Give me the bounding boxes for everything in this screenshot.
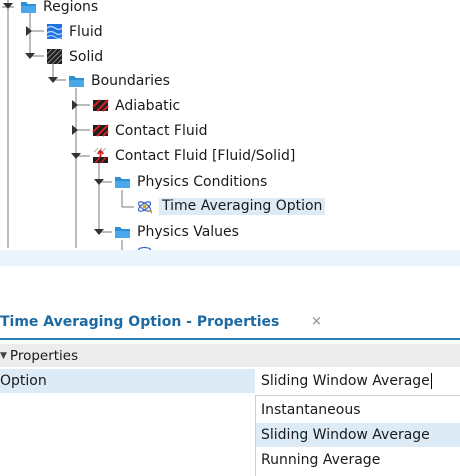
fluid-region-icon — [46, 23, 63, 40]
dropdown-item-label: Running Average — [261, 452, 381, 468]
property-name: Option — [0, 369, 255, 393]
interface-boundary-icon — [92, 147, 109, 164]
folder-icon — [20, 0, 37, 15]
property-name-label: Option — [0, 373, 47, 389]
tree-node-physics-values[interactable]: Physics Values — [114, 220, 239, 243]
dropdown-item-label: Sliding Window Average — [261, 427, 430, 443]
solid-region-icon — [46, 48, 63, 65]
property-row-option[interactable]: Option Sliding Window Average — [0, 369, 460, 393]
tree-node-label: Physics Values — [137, 223, 239, 240]
tree-node-regions[interactable]: Regions — [20, 0, 98, 18]
tree-node-label: Physics Conditions — [137, 173, 268, 190]
property-value-editor[interactable]: Sliding Window Average — [255, 369, 460, 393]
tree-status-strip — [0, 250, 460, 266]
folder-icon — [114, 223, 131, 240]
dropdown-item-sliding-window-average[interactable]: Sliding Window Average — [256, 423, 460, 447]
dropdown-item-label: Instantaneous — [261, 402, 361, 418]
tree-node-label: Regions — [43, 0, 99, 15]
section-label: Properties — [9, 347, 79, 364]
tree-node-contact-fluid-solid[interactable]: Contact Fluid [Fluid/Solid] — [92, 144, 295, 167]
tree-node-adiabatic[interactable]: Adiabatic — [92, 94, 180, 117]
properties-tab-title[interactable]: Time Averaging Option - Properties — [0, 314, 279, 330]
tree-node-label: Time Averaging Option — [159, 198, 326, 215]
tree-node-label: Contact Fluid [Fluid/Solid] — [115, 147, 296, 164]
dropdown-item-instantaneous[interactable]: Instantaneous — [256, 398, 460, 422]
text-caret — [430, 373, 432, 389]
tree-node-boundaries[interactable]: Boundaries — [68, 69, 170, 92]
close-icon[interactable]: × — [311, 314, 322, 329]
dropdown-item-running-average[interactable]: Running Average — [256, 448, 460, 472]
tree-node-label: Solid — [69, 48, 104, 65]
tree-node-label: Fluid — [69, 23, 103, 40]
folder-icon — [68, 72, 85, 89]
tree-node-physics-conditions[interactable]: Physics Conditions — [114, 170, 267, 193]
option-dropdown-list[interactable]: Instantaneous Sliding Window Average Run… — [255, 395, 460, 476]
tree-node-label: Boundaries — [91, 72, 170, 89]
tree-node-label: Contact Fluid — [115, 122, 208, 139]
collapse-triangle-icon[interactable]: ▼ — [0, 351, 7, 361]
tree-node-contact-fluid[interactable]: Contact Fluid — [92, 119, 208, 142]
property-value-text[interactable]: Sliding Window Average — [261, 373, 430, 389]
simulation-tree: Regions Fluid Solid Boundaries Adiabatic… — [0, 0, 460, 250]
physics-condition-icon — [136, 198, 153, 215]
tree-node-label: Adiabatic — [115, 97, 181, 114]
wall-boundary-icon — [92, 122, 109, 139]
tree-node-fluid[interactable]: Fluid — [46, 20, 103, 43]
folder-icon — [114, 173, 131, 190]
tree-node-time-averaging-option[interactable]: Time Averaging Option — [136, 195, 326, 218]
tree-node-solid[interactable]: Solid — [46, 45, 103, 68]
wall-boundary-icon — [92, 97, 109, 114]
properties-section-header[interactable]: ▼ Properties — [0, 344, 460, 367]
